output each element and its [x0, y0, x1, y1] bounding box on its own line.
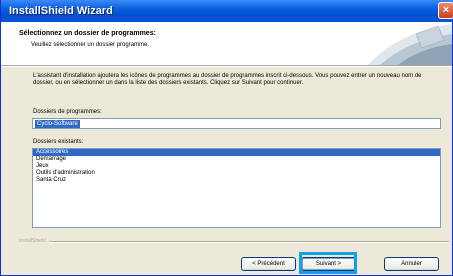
list-item[interactable]: Accessoires [33, 149, 440, 156]
footer-divider [49, 241, 449, 243]
wizard-banner-graphic [368, 24, 452, 65]
existing-folders-label: Dossiers existants: [33, 139, 84, 145]
title-bar[interactable]: InstallShield Wizard × [1, 0, 453, 22]
header-subtitle: Veuillez sélectionner un dossier program… [31, 42, 150, 48]
list-item[interactable]: Santa Cruz [33, 177, 440, 184]
cancel-button[interactable]: Annuler [384, 257, 439, 271]
existing-folders-list[interactable]: Accessoires Démarrage Jeux Outils d'admi… [32, 148, 441, 228]
program-folder-label: Dossiers de programmes: [33, 109, 102, 115]
close-icon: × [442, 4, 450, 16]
window-title: InstallShield Wizard [9, 5, 113, 17]
next-button-highlight [299, 252, 357, 274]
program-folder-input[interactable]: Cyclo-Software [32, 118, 441, 129]
back-button[interactable]: < Précédent [241, 257, 296, 271]
list-item[interactable]: Démarrage [33, 156, 440, 163]
installshield-brand: InstallShield [19, 238, 46, 244]
list-item[interactable]: Outils d'administration [33, 170, 440, 177]
installer-window: InstallShield Wizard × Sélectionnez un d… [0, 0, 453, 276]
close-button[interactable]: × [438, 2, 453, 19]
instructions-text: L'assistant d'installation ajoutera les … [33, 73, 422, 86]
program-folder-value: Cyclo-Software [35, 120, 80, 128]
list-item[interactable]: Jeux [33, 163, 440, 170]
header-title: Sélectionnez un dossier de programmes: [19, 30, 156, 37]
wizard-header: Sélectionnez un dossier de programmes: V… [1, 22, 452, 66]
